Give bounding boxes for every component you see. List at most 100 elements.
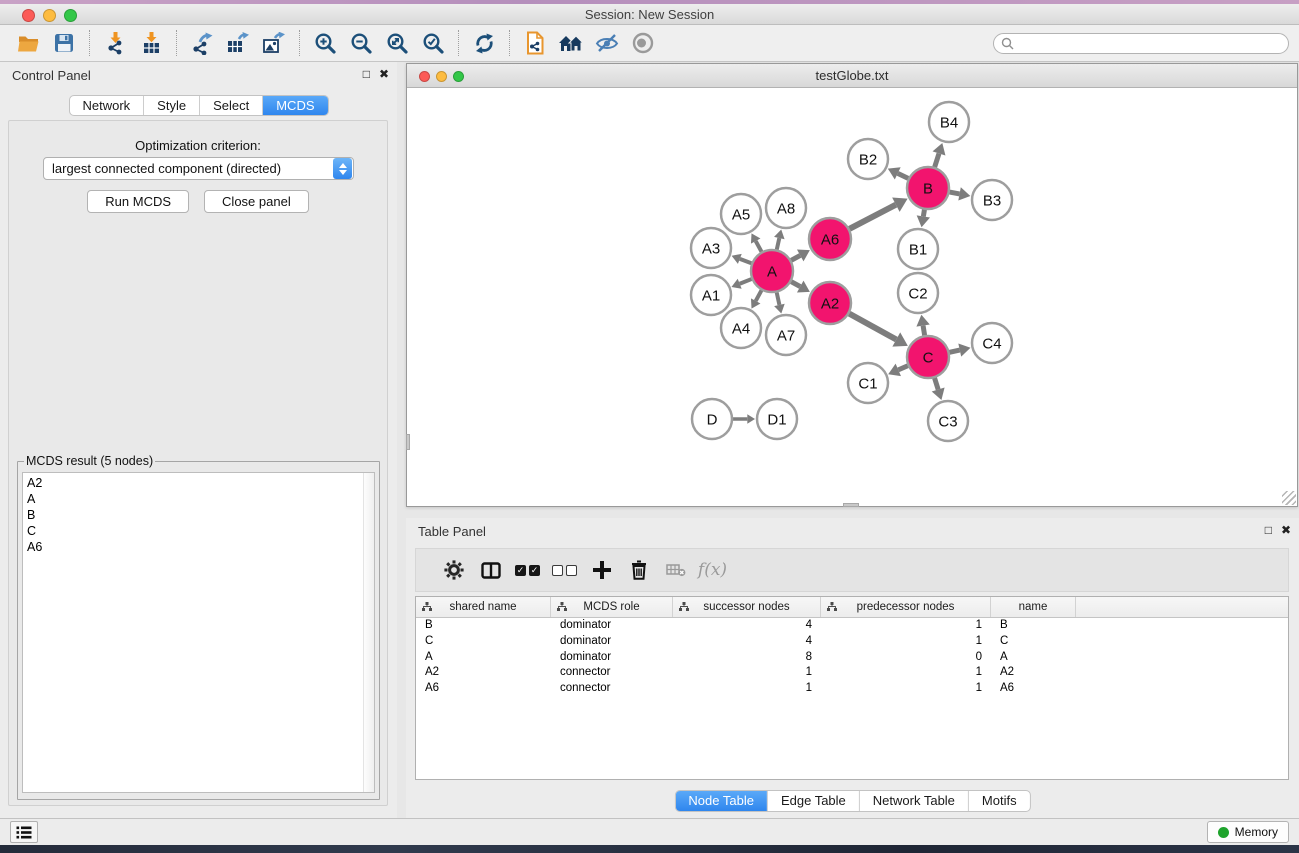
show-graphics-button[interactable]	[625, 28, 661, 58]
zoom-out-button[interactable]	[343, 28, 379, 58]
column-header[interactable]: successor nodes	[673, 597, 821, 617]
table-row[interactable]: Adominator80A	[416, 650, 1288, 666]
tab-network[interactable]: Network	[69, 96, 143, 115]
mcds-result-item[interactable]: A	[27, 491, 360, 507]
table-cell[interactable]: connector	[551, 681, 673, 697]
network-close-button[interactable]	[419, 71, 430, 82]
delete-column-button[interactable]	[620, 560, 657, 580]
table-cell[interactable]: 1	[673, 681, 821, 697]
table-row[interactable]: A2connector11A2	[416, 665, 1288, 681]
refresh-button[interactable]	[466, 28, 502, 58]
table-cell[interactable]: dominator	[551, 650, 673, 666]
table-cell[interactable]: A6	[416, 681, 551, 697]
close-window-button[interactable]	[22, 9, 35, 22]
add-column-button[interactable]	[583, 561, 620, 579]
column-header[interactable]: shared name	[416, 597, 551, 617]
table-cell[interactable]: 4	[673, 618, 821, 634]
minimize-window-button[interactable]	[43, 9, 56, 22]
graph-edge-C-C4[interactable]	[949, 350, 959, 352]
table-cell[interactable]: 1	[821, 634, 991, 650]
export-network-button[interactable]	[184, 28, 220, 58]
table-cell[interactable]: A6	[991, 681, 1076, 697]
select-all-button[interactable]: ✓✓	[509, 565, 546, 576]
result-scrollbar[interactable]	[363, 473, 374, 792]
table-cell[interactable]: 8	[673, 650, 821, 666]
clone-network-button[interactable]	[517, 28, 553, 58]
float-panel-icon[interactable]: □	[1265, 523, 1272, 537]
memory-button[interactable]: Memory	[1207, 821, 1289, 843]
graph-edge-B-B4[interactable]	[935, 153, 939, 167]
table-cell[interactable]: 1	[821, 618, 991, 634]
zoom-fit-button[interactable]	[379, 28, 415, 58]
graph-edge-A-A6[interactable]	[791, 255, 800, 260]
column-header[interactable]: MCDS role	[551, 597, 673, 617]
save-session-button[interactable]	[46, 28, 82, 58]
close-panel-icon[interactable]: ✖	[1281, 523, 1291, 537]
graph-edge-C-C2[interactable]	[923, 326, 925, 336]
float-panel-icon[interactable]: □	[363, 67, 370, 81]
table-cell[interactable]: C	[416, 634, 551, 650]
table-cell[interactable]: connector	[551, 665, 673, 681]
tab-network-table[interactable]: Network Table	[859, 791, 968, 811]
table-row[interactable]: Cdominator41C	[416, 634, 1288, 650]
close-panel-icon[interactable]: ✖	[379, 67, 389, 81]
tab-mcds[interactable]: MCDS	[262, 96, 327, 115]
graph-edge-A-A5[interactable]	[756, 241, 762, 252]
tab-select[interactable]: Select	[199, 96, 262, 115]
function-builder-button[interactable]: f(x)	[694, 560, 731, 580]
close-panel-button[interactable]: Close panel	[204, 190, 309, 213]
tab-edge-table[interactable]: Edge Table	[767, 791, 859, 811]
table-cell[interactable]: A	[991, 650, 1076, 666]
column-header[interactable]: name	[991, 597, 1076, 617]
graph-edge-B-B1[interactable]	[923, 210, 924, 217]
graph-edge-A-A8[interactable]	[777, 238, 780, 249]
table-row[interactable]: Bdominator41B	[416, 618, 1288, 634]
tab-node-table[interactable]: Node Table	[675, 791, 767, 811]
table-row[interactable]: A6connector11A6	[416, 681, 1288, 697]
table-cell[interactable]: A2	[991, 665, 1076, 681]
home-button[interactable]	[553, 28, 589, 58]
import-network-button[interactable]	[97, 28, 133, 58]
graph-edge-C-C1[interactable]	[898, 366, 908, 370]
run-mcds-button[interactable]: Run MCDS	[87, 190, 189, 213]
graph-edge-C-C3[interactable]	[935, 378, 939, 390]
mcds-result-item[interactable]: C	[27, 523, 360, 539]
table-cell[interactable]: A	[416, 650, 551, 666]
table-cell[interactable]: C	[991, 634, 1076, 650]
open-session-button[interactable]	[10, 28, 46, 58]
network-minimize-button[interactable]	[436, 71, 447, 82]
deselect-all-button[interactable]	[546, 565, 583, 576]
resize-grip[interactable]	[1282, 491, 1296, 505]
table-cell[interactable]: dominator	[551, 634, 673, 650]
table-cell[interactable]: 1	[673, 665, 821, 681]
zoom-in-button[interactable]	[307, 28, 343, 58]
maximize-window-button[interactable]	[64, 9, 77, 22]
export-image-button[interactable]	[256, 28, 292, 58]
mcds-result-item[interactable]: A6	[27, 539, 360, 555]
tab-motifs[interactable]: Motifs	[968, 791, 1030, 811]
network-maximize-button[interactable]	[453, 71, 464, 82]
show-columns-button[interactable]	[472, 562, 509, 579]
show-panels-button[interactable]	[10, 821, 38, 843]
graph-edge-B-B3[interactable]	[950, 192, 960, 194]
graph-edge-A-A3[interactable]	[740, 259, 752, 263]
delete-table-button[interactable]	[657, 563, 694, 577]
table-cell[interactable]: 1	[821, 665, 991, 681]
network-canvas[interactable]: B4B2BB3A5A8A6B1A3AA1C2A2A4A7C4CC1C3DD1	[407, 89, 1297, 506]
table-cell[interactable]: B	[991, 618, 1076, 634]
graph-edge-A-A4[interactable]	[756, 290, 762, 301]
table-cell[interactable]: B	[416, 618, 551, 634]
search-input[interactable]	[1018, 35, 1281, 52]
table-settings-button[interactable]	[435, 559, 472, 581]
import-table-button[interactable]	[133, 28, 169, 58]
table-cell[interactable]: dominator	[551, 618, 673, 634]
table-cell[interactable]: 0	[821, 650, 991, 666]
table-cell[interactable]: 4	[673, 634, 821, 650]
column-header[interactable]: predecessor nodes	[821, 597, 991, 617]
graph-edge-B-B2[interactable]	[898, 173, 908, 178]
tab-style[interactable]: Style	[143, 96, 199, 115]
graph-edge-A6-B[interactable]	[850, 205, 896, 229]
mcds-result-item[interactable]: A2	[27, 475, 360, 491]
graph-edge-A-A2[interactable]	[791, 282, 800, 287]
graph-edge-A2-C[interactable]	[849, 314, 896, 340]
